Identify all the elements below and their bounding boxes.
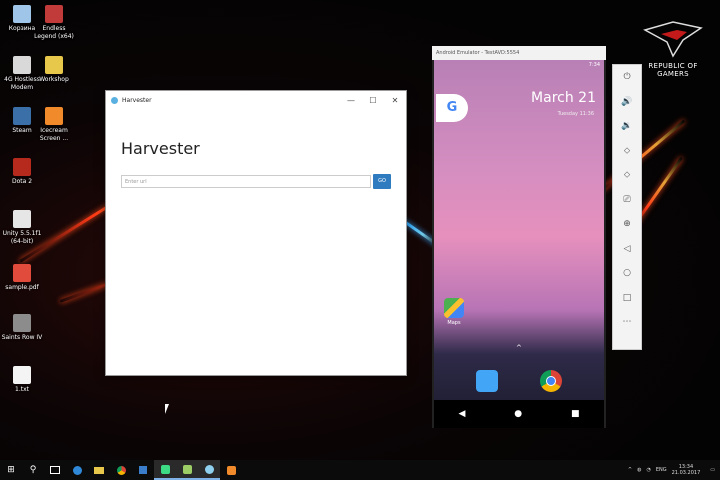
volume-down-icon[interactable]: 🔉 — [613, 114, 641, 139]
desktop-icon-label: Endless Legend (x64) — [34, 25, 74, 40]
chrome-app-icon[interactable] — [540, 370, 562, 392]
maps-label: Maps — [447, 320, 461, 326]
folder-icon — [45, 56, 63, 74]
messages-app-icon[interactable] — [476, 370, 498, 392]
google-search-widget[interactable]: G — [436, 94, 468, 122]
desktop-icon-label: Dota 2 — [11, 178, 33, 185]
power-icon[interactable]: ⏻ — [613, 65, 641, 90]
desktop-icon-endless-legend[interactable]: Endless Legend (x64) — [32, 5, 76, 41]
desktop-icon-label: Workshop — [39, 76, 69, 83]
start-button[interactable]: ⊞ — [0, 460, 22, 480]
desktop-icon-workshop[interactable]: Workshop — [32, 56, 76, 84]
zoom-icon[interactable]: ⊕ — [613, 212, 641, 237]
rog-eye-icon — [643, 21, 703, 58]
android-studio-icon[interactable] — [154, 460, 176, 480]
clock-date: 21.03.2017 — [671, 470, 701, 476]
desktop-icon-label: Icecream Screen ... — [39, 127, 69, 142]
desktop-icon-icecream[interactable]: Icecream Screen ... — [32, 107, 76, 143]
unity-icon — [13, 210, 31, 228]
url-input[interactable]: Enter url — [121, 175, 371, 188]
desktop-icon-saints-row[interactable]: Saints Row IV — [0, 314, 44, 342]
go-button[interactable]: GO — [373, 174, 391, 189]
pdf-icon — [13, 264, 31, 282]
home-icon[interactable]: ○ — [613, 261, 641, 286]
status-time: 7:34 — [588, 62, 600, 68]
desktop-icon-label: 1.txt — [15, 386, 29, 393]
recents-icon[interactable]: ■ — [571, 409, 580, 419]
home-date[interactable]: March 21 — [531, 90, 596, 106]
rog-text-line2: GAMERS — [657, 70, 689, 78]
explorer-icon[interactable] — [88, 460, 110, 480]
desktop-icon-label: Saints Row IV — [1, 334, 43, 341]
app-drawer-arrow[interactable]: ^ — [516, 344, 522, 352]
endless-legend-icon — [45, 5, 63, 23]
recycle-bin-icon — [13, 5, 31, 23]
mouse-cursor-icon — [165, 404, 169, 414]
store-icon[interactable] — [132, 460, 154, 480]
clock[interactable]: 13:34 21.03.2017 — [672, 464, 701, 476]
search-button[interactable]: ⚲ — [22, 460, 44, 480]
harvester-titlebar[interactable]: Harvester — ☐ ✕ — [106, 91, 406, 109]
harvester-taskbar-icon[interactable] — [198, 460, 220, 480]
more-icon[interactable]: ⋯ — [613, 310, 641, 335]
rotate-right-icon[interactable]: ⬦ — [613, 163, 641, 188]
maximize-button[interactable]: ☐ — [362, 96, 384, 105]
desktop-icon-dota2[interactable]: Dota 2 — [0, 158, 44, 186]
icecream-icon — [45, 107, 63, 125]
volume-up-icon[interactable]: 🔊 — [613, 90, 641, 115]
home-date-sub: Tuesday 11:36 — [557, 111, 594, 117]
back-icon[interactable]: ◀ — [458, 409, 465, 419]
emulator-toolbar: ⏻ 🔊 🔉 ⬦ ⬦ ⎚ ⊕ ◁ ○ □ ⋯ — [612, 64, 642, 350]
rotate-left-icon[interactable]: ⬦ — [613, 139, 641, 164]
harvester-window: Harvester — ☐ ✕ Harvester Enter url GO — [105, 90, 407, 376]
volume-icon[interactable]: ◔ — [646, 467, 650, 473]
home-icon[interactable]: ● — [514, 409, 522, 419]
dota2-icon — [13, 158, 31, 176]
saints-row-icon — [13, 314, 31, 332]
page-title: Harvester — [121, 139, 200, 158]
chrome-taskbar-icon[interactable] — [110, 460, 132, 480]
android-navbar: ◀ ● ■ — [434, 400, 604, 428]
camera-icon[interactable]: ⎚ — [613, 188, 641, 213]
task-view-icon[interactable] — [44, 460, 66, 480]
notifications-icon[interactable]: ▭ — [710, 467, 715, 473]
app-maps[interactable]: Maps — [442, 298, 466, 326]
taskbar: ⊞ ⚲ ^ ◍ ◔ ENG 13:34 21.03.2017 ▭ — [0, 460, 720, 480]
network-icon[interactable]: ◍ — [637, 467, 641, 473]
tray-expand-icon[interactable]: ^ — [628, 467, 632, 473]
android-emulator-window: Android Emulator - TestAVD:5554 7:34 G M… — [432, 46, 606, 428]
harvester-app-icon — [111, 96, 118, 104]
system-tray: ^ ◍ ◔ ENG 13:34 21.03.2017 ▭ — [628, 464, 720, 476]
rog-logo: REPUBLIC OF GAMERS — [638, 20, 708, 78]
text-file-icon — [13, 366, 31, 384]
close-button[interactable]: ✕ — [384, 96, 406, 105]
emulator-screen[interactable]: 7:34 G March 21 Tuesday 11:36 Maps ^ ◀ ●… — [434, 60, 604, 428]
language-indicator[interactable]: ENG — [656, 467, 667, 473]
desktop-icon-label: Unity 5.5.1f1 (64-bit) — [2, 230, 42, 245]
modem-icon — [13, 56, 31, 74]
back-icon[interactable]: ◁ — [613, 237, 641, 262]
maps-icon — [444, 298, 464, 318]
desktop-icon-label: sample.pdf — [5, 284, 39, 291]
overview-icon[interactable]: □ — [613, 286, 641, 311]
icecream-taskbar-icon[interactable] — [220, 460, 242, 480]
edge-icon[interactable] — [66, 460, 88, 480]
harvester-window-title: Harvester — [122, 96, 152, 104]
desktop-icon-unity[interactable]: Unity 5.5.1f1 (64-bit) — [0, 210, 44, 246]
steam-icon — [13, 107, 31, 125]
desktop-icon-txt[interactable]: 1.txt — [0, 366, 44, 394]
emulator-taskbar-icon[interactable] — [176, 460, 198, 480]
emulator-title[interactable]: Android Emulator - TestAVD:5554 — [432, 46, 606, 60]
rog-text-line1: REPUBLIC OF — [648, 62, 698, 70]
desktop-icon-sample-pdf[interactable]: sample.pdf — [0, 264, 44, 292]
minimize-button[interactable]: — — [340, 96, 362, 105]
